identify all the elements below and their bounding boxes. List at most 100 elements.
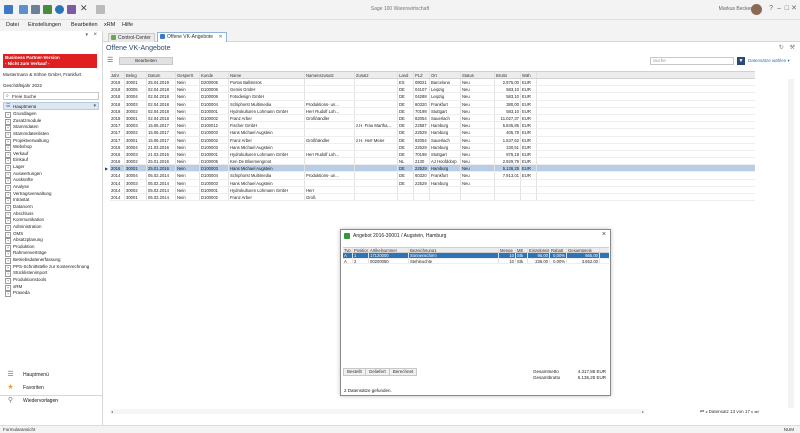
tree-item[interactable]: Vertragsverwaltung (5, 191, 99, 198)
tree-item[interactable]: Analyse (5, 184, 99, 191)
column-header[interactable]: Ort (430, 72, 461, 78)
tree-item[interactable]: Grundlagen (5, 111, 99, 118)
tree-item[interactable]: Datanorm (5, 204, 99, 211)
tree-item[interactable]: Absatzplanung (5, 237, 99, 244)
table-row[interactable]: 2018 30004 02.04.2018 Nein D100006 Fotodesign… (110, 93, 755, 101)
maximize-icon[interactable]: □ (785, 5, 789, 12)
column-header[interactable]: Zusatz (355, 72, 398, 78)
column-header[interactable]: Typ (343, 248, 353, 252)
tree-item[interactable]: Kommunikation (5, 217, 99, 224)
column-header[interactable]: Status (461, 72, 495, 78)
tab-bestellt[interactable]: Bestellt (343, 368, 366, 376)
table-row[interactable]: 2018 30003 02.04.2018 Nein D100004 Schiphorst… (110, 100, 755, 108)
tree-item[interactable]: Produktionstools (5, 277, 99, 284)
menu-icon[interactable]: ☰ (107, 57, 113, 64)
table-row[interactable]: ▶ 2016 30001 25.01.2016 Nein D100003 Hans Mich… (105, 165, 755, 173)
tree-item[interactable]: OMS (5, 231, 99, 238)
edit-button[interactable]: Bearbeiten (119, 57, 173, 65)
column-header[interactable]: PLZ (414, 72, 430, 78)
tree-item[interactable]: Auswertungen (5, 171, 99, 178)
column-header[interactable]: Land (398, 72, 414, 78)
tree-item[interactable]: Produktion (5, 244, 99, 251)
column-header[interactable]: Bezeichnung1 (409, 248, 499, 252)
search-input[interactable]: Suche (650, 57, 734, 65)
first-record-icon[interactable]: ⏮ (700, 409, 704, 414)
menu-hilfe[interactable]: Hilfe (122, 22, 133, 28)
tree-item[interactable]: Stammdaten (5, 124, 99, 131)
tab-geliefert[interactable]: Geliefert (364, 368, 390, 376)
tree-item[interactable]: PPS-Schnittstelle zur Kostenrechnung (5, 264, 99, 271)
menu-bearbeiten[interactable]: Bearbeiten (71, 22, 98, 28)
table-row[interactable]: 2016 30004 21.03.2016 Nein D100003 Hans Micha… (110, 143, 755, 151)
tab-control-center[interactable]: Control-Center (108, 33, 155, 42)
close-icon[interactable]: × (93, 32, 97, 38)
close-icon[interactable]: × (602, 231, 606, 238)
table-row[interactable]: 2016 30002 25.01.2016 Nein D100005 Ken De Blo… (110, 158, 755, 166)
table-row[interactable]: 2017 30001 15.06.2017 Nein D100002 Franz Arbe… (110, 136, 755, 144)
filter-icon[interactable]: ▼ (737, 57, 745, 65)
chevron-down-icon[interactable]: ▾ (85, 32, 88, 38)
dataset-select-dropdown[interactable]: Datensätze wählen ▾ (748, 58, 790, 64)
user-name[interactable]: Markus Becker (719, 6, 752, 12)
table-row[interactable]: 2014 30001 05.02.2014 Nein D100002 Franz Arbe… (110, 194, 755, 202)
tree-item[interactable]: Lager (5, 164, 99, 171)
menu-datei[interactable]: Datei (6, 22, 19, 28)
menu-einstellungen[interactable]: Einstellungen (28, 22, 61, 28)
tab-offene-vk-angebote[interactable]: Offene VK-Angebote ✕ (157, 32, 227, 42)
column-header[interactable]: Jahr (110, 72, 125, 78)
tree-item[interactable]: Verkauf (5, 151, 99, 158)
avatar[interactable] (751, 4, 762, 15)
refresh-icon[interactable]: ↻ (779, 45, 784, 51)
column-header[interactable]: Kunde (200, 72, 229, 78)
table-row[interactable]: 2017 30002 15.06.2017 Nein D100003 Hans Micha… (110, 129, 755, 137)
nav-button-wiedervorlagen[interactable]: ⚲ Wiedervorlagen (3, 396, 99, 406)
tree-item[interactable]: Abschluss (5, 211, 99, 218)
prev-record-icon[interactable]: ◂ (705, 409, 707, 414)
table-row[interactable]: A 2 00200050 Stehleuchte 10 Stk 236,00 0,00% 3.6… (343, 258, 609, 264)
tree-item[interactable]: Webshop (5, 144, 99, 151)
column-header[interactable]: ME (516, 248, 528, 252)
table-row[interactable]: 2016 30003 21.03.2016 Nein D100001 Hydrokultu… (110, 150, 755, 159)
table-row[interactable]: 2014 30002 05.02.2014 Nein D100001 Hydrokultu… (110, 186, 755, 194)
column-header[interactable]: Rabatt (550, 248, 567, 252)
help-icon[interactable]: ? (769, 5, 773, 12)
column-header[interactable]: Einzelpreis (528, 248, 550, 252)
column-header[interactable]: Gesamtpreis (567, 248, 600, 252)
tree-item[interactable]: xRM (5, 284, 99, 291)
tree-item[interactable]: Stammdatenlisten (5, 131, 99, 138)
scroll-right-icon[interactable]: ▸ (642, 409, 644, 414)
menu-xrm[interactable]: xRM (104, 22, 115, 28)
column-header[interactable]: Namenszusatz (305, 72, 355, 78)
table-row[interactable]: 2017 30003 15.06.2017 Nein D100012 Fischer Gm… (110, 122, 755, 130)
table-row[interactable]: 2018 30005 02.04.2018 Nein D100006 Gemis GmbH… (110, 86, 755, 94)
column-header[interactable]: Artikelnummer (369, 248, 409, 252)
main-menu-header[interactable]: ☰ Hauptmenü ▾ (3, 102, 99, 110)
tree-item[interactable]: Zusatzmodule (5, 118, 99, 125)
scroll-left-icon[interactable]: ◂ (111, 409, 113, 414)
column-header[interactable]: Wäh (521, 72, 537, 78)
nav-button-hauptmenu[interactable]: ☰ Hauptmenü (3, 370, 99, 380)
tree-item[interactable]: Administration (5, 224, 99, 231)
table-row[interactable]: 2018 30001 02.04.2018 Nein D100002 Franz Arbe… (110, 114, 755, 123)
tree-item[interactable]: Rahmenverträge (5, 250, 99, 258)
column-header[interactable]: Name (229, 72, 305, 78)
tree-item[interactable]: Praxeda (5, 290, 99, 297)
tree-item[interactable]: Projektverwaltung (5, 138, 99, 145)
column-header[interactable]: Gesperrt (176, 72, 200, 78)
table-row[interactable]: 2018 30002 02.04.2018 Nein D100001 Hydrokultu… (110, 107, 755, 115)
column-header[interactable]: Beleg (125, 72, 147, 78)
tree-item[interactable]: Einkauf (5, 157, 99, 165)
minimize-icon[interactable]: – (777, 5, 781, 12)
column-header[interactable]: Menge (499, 248, 516, 252)
table-row[interactable]: 2014 30004 05.02.2014 Nein D100004 Schiphorst… (110, 172, 755, 180)
tab-berechnet[interactable]: Berechnet (388, 368, 418, 376)
tree-item[interactable]: Auskünfte (5, 177, 99, 185)
next-record-icon[interactable]: ▸ (751, 409, 753, 414)
horizontal-scrollbar[interactable]: ◂ ▸ (110, 409, 645, 414)
column-header[interactable]: Position (353, 248, 369, 252)
tree-item[interactable]: Stücklistenimport (5, 270, 99, 278)
nav-button-favoriten[interactable]: ★ Favoriten (3, 383, 99, 393)
wrench-icon[interactable]: ⚒ (790, 45, 795, 51)
close-tab-icon[interactable]: ✕ (218, 34, 222, 40)
tree-item[interactable]: Betriebsdatenerfassung (5, 257, 99, 264)
